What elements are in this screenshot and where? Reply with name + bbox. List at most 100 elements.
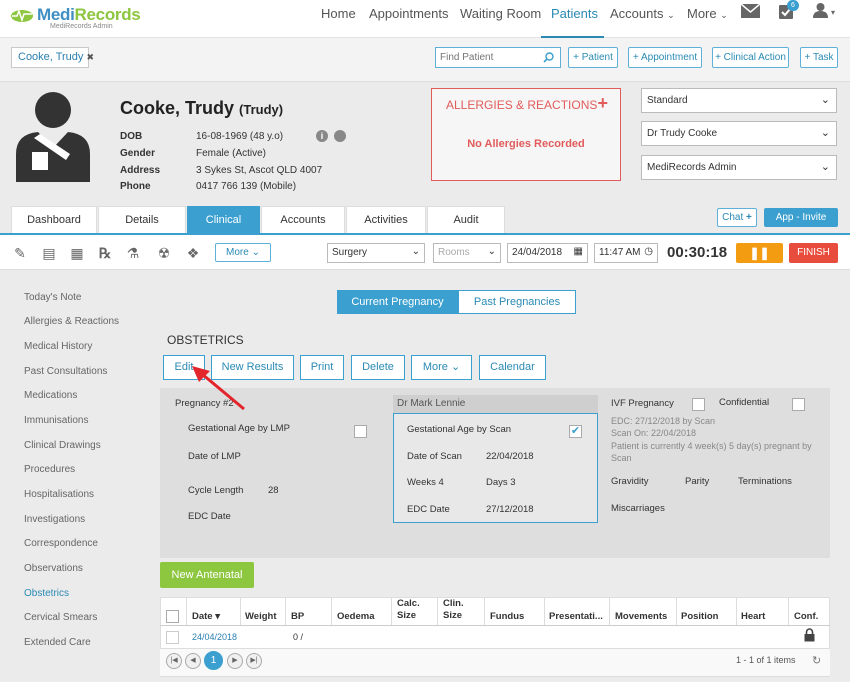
- sidebar-item-todays-note[interactable]: Today's Note: [24, 292, 82, 303]
- add-allergy-icon[interactable]: +: [597, 93, 608, 114]
- search-icon[interactable]: [543, 52, 554, 63]
- sidebar-item-investigations[interactable]: Investigations: [24, 514, 85, 525]
- sidebar-item-observations[interactable]: Observations: [24, 563, 83, 574]
- col-calc-size[interactable]: Calc. Size: [397, 598, 427, 622]
- tab-details[interactable]: Details: [98, 206, 186, 234]
- medirecords-logo[interactable]: MediRecords MediRecords Admin: [10, 4, 150, 34]
- delete-button[interactable]: Delete: [351, 355, 405, 380]
- confidential-label: Confidential: [719, 397, 770, 408]
- weeks-value: Weeks 4: [407, 477, 444, 488]
- page-1-button[interactable]: 1: [204, 651, 223, 670]
- last-page-icon[interactable]: ▶|: [246, 653, 262, 669]
- sidebar-item-allergies[interactable]: Allergies & Reactions: [24, 316, 119, 327]
- prev-page-icon[interactable]: ◀: [185, 653, 201, 669]
- sidebar-item-procedures[interactable]: Procedures: [24, 464, 75, 475]
- user-menu-caret-icon[interactable]: ▾: [831, 8, 835, 17]
- col-presentation[interactable]: Presentati...: [549, 611, 603, 623]
- col-oedema[interactable]: Oedema: [337, 611, 375, 623]
- sidebar-item-obstetrics[interactable]: Obstetrics: [24, 588, 69, 599]
- sidebar-item-medical-history[interactable]: Medical History: [24, 341, 92, 352]
- select-all-checkbox[interactable]: [166, 610, 179, 623]
- close-icon[interactable]: ✖: [86, 52, 94, 62]
- calculator-icon[interactable]: ▦: [68, 244, 86, 262]
- past-pregnancies-tab[interactable]: Past Pregnancies: [458, 290, 576, 314]
- sidebar-item-past-consultations[interactable]: Past Consultations: [24, 366, 107, 377]
- col-clin-size[interactable]: Clin. Size: [443, 598, 473, 622]
- doctor-select[interactable]: Dr Trudy Cooke ⌄: [641, 121, 837, 146]
- clock-icon[interactable]: ◷: [644, 246, 653, 257]
- tab-activities[interactable]: Activities: [346, 206, 426, 234]
- sidebar-item-immunisations[interactable]: Immunisations: [24, 415, 88, 426]
- nav-home[interactable]: Home: [321, 0, 356, 28]
- sidebar-item-cervical-smears[interactable]: Cervical Smears: [24, 612, 97, 623]
- document-icon[interactable]: ▤: [40, 244, 58, 262]
- sidebar-item-medications[interactable]: Medications: [24, 390, 77, 401]
- add-patient-button[interactable]: + Patient: [568, 47, 618, 68]
- lab-request-icon[interactable]: ⚗: [124, 244, 142, 262]
- col-position[interactable]: Position: [681, 611, 718, 623]
- allergies-panel: ALLERGIES & REACTIONS + No Allergies Rec…: [431, 88, 621, 181]
- add-appointment-button[interactable]: + Appointment: [628, 47, 702, 68]
- refresh-icon[interactable]: ↻: [812, 654, 821, 667]
- col-fundus[interactable]: Fundus: [490, 611, 524, 623]
- time-input[interactable]: 11:47 AM ◷: [594, 243, 658, 263]
- nav-waiting-room[interactable]: Waiting Room: [460, 0, 541, 28]
- nav-more[interactable]: More ⌄: [687, 0, 728, 28]
- next-page-icon[interactable]: ▶: [227, 653, 243, 669]
- sidebar-item-hospitalisations[interactable]: Hospitalisations: [24, 489, 94, 500]
- add-task-button[interactable]: + Task: [800, 47, 838, 68]
- col-movements[interactable]: Movements: [615, 611, 667, 623]
- calendar-button[interactable]: Calendar: [479, 355, 546, 380]
- tab-dashboard[interactable]: Dashboard: [11, 206, 97, 234]
- finish-button[interactable]: FINISH: [789, 243, 838, 263]
- date-input[interactable]: 24/04/2018 ▦: [507, 243, 588, 263]
- location-select[interactable]: Surgery ⌄: [327, 243, 425, 263]
- gender-symbol-icon[interactable]: [334, 130, 346, 142]
- date-value: 24/04/2018: [512, 247, 563, 258]
- nav-appointments[interactable]: Appointments: [369, 0, 449, 28]
- row-date-link[interactable]: 24/04/2018: [192, 632, 237, 642]
- tab-audit[interactable]: Audit: [427, 206, 505, 234]
- col-bp[interactable]: BP: [291, 611, 304, 623]
- toolbar-more-button[interactable]: More ⌄: [215, 243, 271, 262]
- sidebar-item-extended-care[interactable]: Extended Care: [24, 637, 91, 648]
- open-patient-tab[interactable]: Cooke, Trudy ✖: [11, 47, 94, 68]
- current-pregnancy-tab[interactable]: Current Pregnancy: [337, 290, 458, 314]
- col-conf[interactable]: Conf.: [794, 611, 818, 623]
- row-checkbox[interactable]: [166, 631, 179, 644]
- education-icon[interactable]: ❖: [184, 244, 202, 262]
- nav-accounts[interactable]: Accounts ⌄: [610, 0, 675, 28]
- add-clinical-action-button[interactable]: + Clinical Action: [712, 47, 789, 68]
- mail-icon[interactable]: [741, 4, 760, 18]
- pause-button[interactable]: ❚❚: [736, 243, 783, 263]
- first-page-icon[interactable]: |◀: [166, 653, 182, 669]
- print-button[interactable]: Print: [300, 355, 344, 380]
- billing-type-select[interactable]: Standard ⌄: [641, 88, 837, 113]
- new-antenatal-button[interactable]: New Antenatal: [160, 562, 254, 588]
- actions-more-button[interactable]: More ⌄: [411, 355, 472, 380]
- ga-by-lmp-checkbox[interactable]: [354, 425, 367, 438]
- confidential-checkbox[interactable]: [792, 398, 805, 411]
- time-value: 11:47 AM: [599, 247, 641, 258]
- col-date[interactable]: Date ▾: [192, 611, 220, 623]
- nav-patients[interactable]: Patients: [551, 0, 598, 28]
- notes-icon[interactable]: ✎: [11, 244, 29, 262]
- tab-accounts[interactable]: Accounts: [261, 206, 345, 234]
- radiation-icon[interactable]: ☢: [155, 244, 173, 262]
- rooms-select[interactable]: Rooms ⌄: [433, 243, 501, 263]
- prescription-icon[interactable]: ℞: [96, 244, 114, 262]
- col-heart[interactable]: Heart: [741, 611, 765, 623]
- chat-button[interactable]: Chat +: [717, 208, 757, 227]
- tab-clinical[interactable]: Clinical: [187, 206, 260, 234]
- chevron-down-icon: ⌄: [820, 161, 830, 173]
- info-icon[interactable]: i: [316, 130, 328, 142]
- user-icon[interactable]: [813, 2, 828, 18]
- ivf-pregnancy-checkbox[interactable]: [692, 398, 705, 411]
- sidebar-item-clinical-drawings[interactable]: Clinical Drawings: [24, 440, 101, 451]
- col-weight[interactable]: Weight: [245, 611, 277, 623]
- sidebar-item-correspondence[interactable]: Correspondence: [24, 538, 98, 549]
- location-admin-select[interactable]: MediRecords Admin ⌄: [641, 155, 837, 180]
- ga-by-scan-checkbox[interactable]: ✔: [569, 425, 582, 438]
- app-invite-button[interactable]: App - Invite: [764, 208, 838, 227]
- calendar-icon[interactable]: ▦: [574, 246, 583, 257]
